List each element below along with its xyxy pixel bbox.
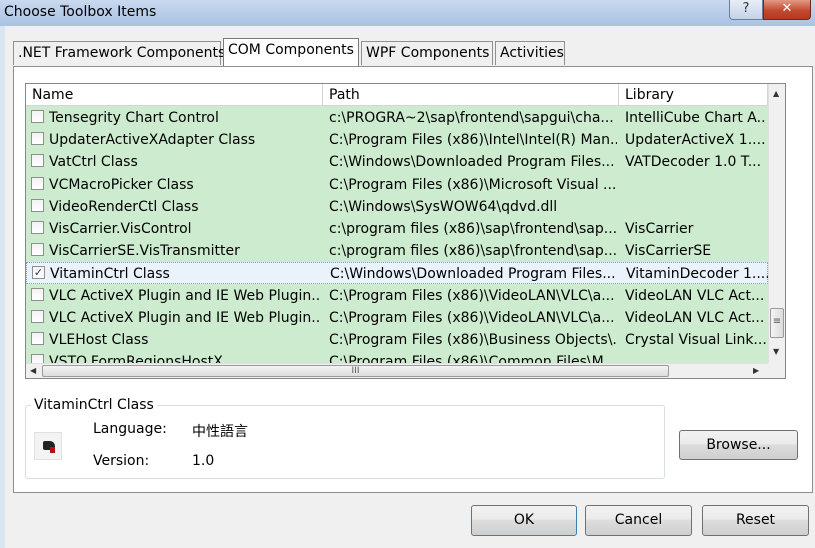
- row-checkbox[interactable]: [31, 310, 44, 323]
- table-row[interactable]: VCMacroPicker Class C:\Program Files (x86…: [26, 174, 768, 196]
- cell-name: VisCarrierSE.VisTransmitter: [49, 243, 240, 259]
- cell-name: VLEHost Class: [49, 332, 149, 348]
- scroll-up-arrow-icon[interactable]: ▲: [773, 89, 779, 98]
- version-value: 1.0: [192, 453, 215, 469]
- row-checkbox[interactable]: [31, 154, 44, 167]
- cell-library: [625, 174, 767, 196]
- title-bar: Choose Toolbox Items ? ✕: [0, 0, 815, 26]
- table-row[interactable]: UpdaterActiveXAdapter Class C:\Program Fi…: [26, 129, 768, 151]
- cell-name: VLC ActiveX Plugin and IE Web Plugin...: [49, 288, 321, 304]
- cancel-button[interactable]: Cancel: [585, 505, 692, 536]
- row-checkbox[interactable]: [31, 332, 44, 345]
- details-group-title: VitaminCtrl Class: [31, 397, 157, 413]
- row-checkbox[interactable]: [31, 199, 44, 212]
- cell-name: VitaminCtrl Class: [50, 266, 170, 282]
- cell-library: [625, 196, 767, 218]
- row-checkbox[interactable]: [31, 177, 44, 190]
- table-row[interactable]: VLC ActiveX Plugin and IE Web Plugin... C…: [26, 307, 768, 329]
- cell-path: C:\Program Files (x86)\Business Objects\…: [329, 332, 617, 348]
- table-row[interactable]: VatCtrl Class C:\Windows\Downloaded Progr…: [26, 151, 768, 173]
- cell-path: c:\program files (x86)\sap\frontend\sap.…: [329, 221, 617, 237]
- tab-wpf-components[interactable]: WPF Components: [361, 41, 493, 65]
- cell-library: UpdaterActiveX 1....: [625, 132, 766, 148]
- horizontal-scrollbar[interactable]: ◀ III ▶: [26, 363, 768, 378]
- row-checkbox[interactable]: [31, 132, 44, 145]
- cell-name: VatCtrl Class: [49, 154, 138, 170]
- list-rows: Tensegrity Chart Control c:\PROGRA~2\sap\…: [26, 107, 768, 363]
- window-title: Choose Toolbox Items: [4, 4, 157, 20]
- row-checkbox[interactable]: [31, 288, 44, 301]
- scroll-left-arrow-icon[interactable]: ◀: [30, 366, 36, 375]
- language-value: 中性語言: [192, 424, 248, 440]
- table-row[interactable]: VLC ActiveX Plugin and IE Web Plugin... C…: [26, 285, 768, 307]
- vertical-scrollbar[interactable]: ▲ ≡ ▼: [768, 84, 785, 363]
- column-header-path[interactable]: Path: [323, 84, 619, 106]
- row-checkbox[interactable]: [31, 110, 44, 123]
- cell-library: VisCarrierSE: [625, 243, 712, 259]
- cell-name: UpdaterActiveXAdapter Class: [49, 132, 256, 148]
- cell-name: Tensegrity Chart Control: [49, 110, 219, 126]
- cell-name: VCMacroPicker Class: [49, 177, 194, 193]
- reset-button[interactable]: Reset: [702, 505, 809, 536]
- list-header: Name Path Library: [26, 84, 768, 106]
- cell-library: VideoLAN VLC Act...: [625, 288, 765, 304]
- cell-library: [625, 351, 767, 363]
- cell-path: c:\program files (x86)\sap\frontend\sap.…: [329, 243, 617, 259]
- tab-net-framework-components[interactable]: .NET Framework Components: [13, 41, 225, 65]
- ok-button[interactable]: OK: [471, 505, 577, 536]
- language-label: Language:: [93, 421, 167, 437]
- cell-path: C:\Windows\SysWOW64\qdvd.dll: [329, 199, 558, 215]
- com-components-panel: Name Path Library Tensegrity Chart Contr…: [13, 66, 813, 493]
- cell-name: VideoRenderCtl Class: [49, 199, 199, 215]
- com-components-list[interactable]: Name Path Library Tensegrity Chart Contr…: [25, 83, 786, 379]
- dialog-client: .NET Framework Components COM Components…: [5, 26, 815, 548]
- vertical-scroll-thumb[interactable]: ≡: [770, 308, 784, 338]
- table-row[interactable]: VisCarrier.VisControl c:\program files (x…: [26, 218, 768, 240]
- cell-library: VisCarrier: [625, 221, 694, 237]
- cell-path: C:\Program Files (x86)\Microsoft Visual …: [329, 177, 617, 193]
- cell-library: Crystal Visual Link...: [625, 332, 767, 348]
- help-button[interactable]: ?: [729, 0, 763, 20]
- cell-path: C:\Windows\Downloaded Program Files...: [329, 154, 615, 170]
- cell-name: VLC ActiveX Plugin and IE Web Plugin...: [49, 310, 321, 326]
- tab-com-components[interactable]: COM Components: [223, 38, 359, 66]
- table-row[interactable]: ✓ VitaminCtrl Class C:\Windows\Downloaded …: [26, 262, 768, 284]
- cell-path: c:\PROGRA~2\sap\frontend\sapgui\cha...: [329, 110, 614, 126]
- row-checkbox[interactable]: [31, 221, 44, 234]
- cell-path: C:\Program Files (x86)\VideoLAN\VLC\a...: [329, 310, 615, 326]
- cell-path: C:\Program Files (x86)\VideoLAN\VLC\a...: [329, 288, 615, 304]
- scroll-down-arrow-icon[interactable]: ▼: [773, 347, 779, 356]
- cell-library: VideoLAN VLC Act...: [625, 310, 765, 326]
- component-details-group: VitaminCtrl Class Language: 中性語言 Version…: [25, 397, 665, 479]
- cell-library: VitaminDecoder 1....: [626, 266, 768, 282]
- activex-control-icon: [34, 432, 62, 460]
- cell-name: VSTO.FormRegionsHostX: [49, 354, 223, 363]
- table-row[interactable]: VideoRenderCtl Class C:\Windows\SysWOW64\…: [26, 196, 768, 218]
- close-button[interactable]: ✕: [763, 0, 811, 20]
- browse-button[interactable]: Browse...: [679, 430, 798, 460]
- table-row[interactable]: VLEHost Class C:\Program Files (x86)\Busi…: [26, 329, 768, 351]
- cell-path: C:\Program Files (x86)\Intel\Intel(R) Ma…: [329, 132, 617, 148]
- table-row[interactable]: VSTO.FormRegionsHostX C:\Program Files (x…: [26, 351, 768, 363]
- scrollbar-corner: [768, 363, 785, 378]
- row-checkbox[interactable]: [31, 354, 44, 363]
- scroll-right-arrow-icon[interactable]: ▶: [753, 366, 759, 375]
- table-row[interactable]: VisCarrierSE.VisTransmitter c:\program fi…: [26, 240, 768, 262]
- horizontal-scroll-thumb[interactable]: III: [42, 365, 669, 377]
- cell-path: C:\Windows\Downloaded Program Files...: [330, 266, 616, 282]
- cell-library: VATDecoder 1.0 T...: [625, 154, 762, 170]
- tab-activities[interactable]: Activities: [495, 41, 565, 65]
- cell-name: VisCarrier.VisControl: [49, 221, 192, 237]
- row-checkbox[interactable]: [31, 243, 44, 256]
- version-label: Version:: [93, 453, 150, 469]
- cell-library: IntelliCube Chart A...: [625, 110, 767, 126]
- row-checkbox[interactable]: ✓: [32, 266, 45, 279]
- column-header-library[interactable]: Library: [619, 84, 768, 106]
- cell-path: C:\Program Files (x86)\Common Files\M...: [329, 354, 617, 363]
- table-row[interactable]: Tensegrity Chart Control c:\PROGRA~2\sap\…: [26, 107, 768, 129]
- column-header-name[interactable]: Name: [26, 84, 323, 106]
